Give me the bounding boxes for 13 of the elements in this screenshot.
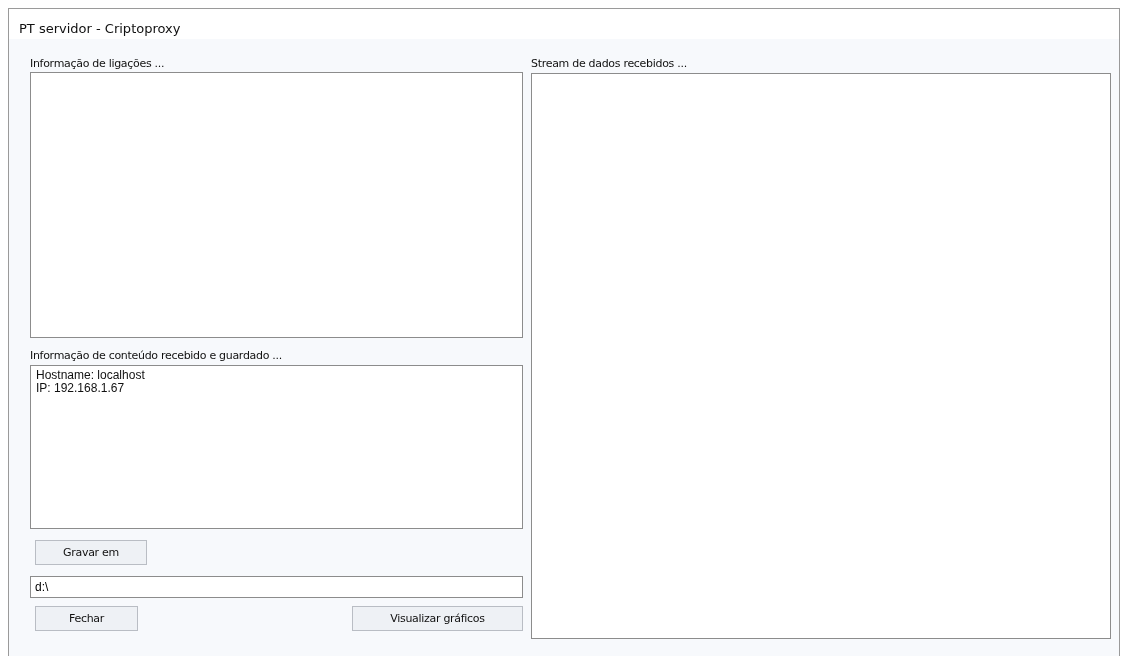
- section-label: Informação de ligações ...: [30, 57, 165, 71]
- info-line: IP: 192.168.1.67: [36, 382, 126, 395]
- save-button[interactable]: Gravar em: [35, 540, 147, 565]
- connections-list[interactable]: [30, 72, 523, 338]
- section-label: Stream de dados recebidos ...: [531, 57, 687, 71]
- content-info-box[interactable]: Hostname: localhost IP: 192.168.1.67: [30, 365, 523, 529]
- close-button[interactable]: Fechar: [35, 606, 138, 631]
- section-label: Informação de conteúdo recebido e guardado ...: [30, 349, 282, 363]
- charts-button[interactable]: Visualizar gráficos: [352, 606, 523, 631]
- window-title: PT servidor - Criptoproxy: [9, 9, 1119, 39]
- info-line: Hostname: localhost: [36, 369, 146, 382]
- stream-box[interactable]: [531, 73, 1111, 639]
- path-field[interactable]: d:\: [30, 576, 523, 598]
